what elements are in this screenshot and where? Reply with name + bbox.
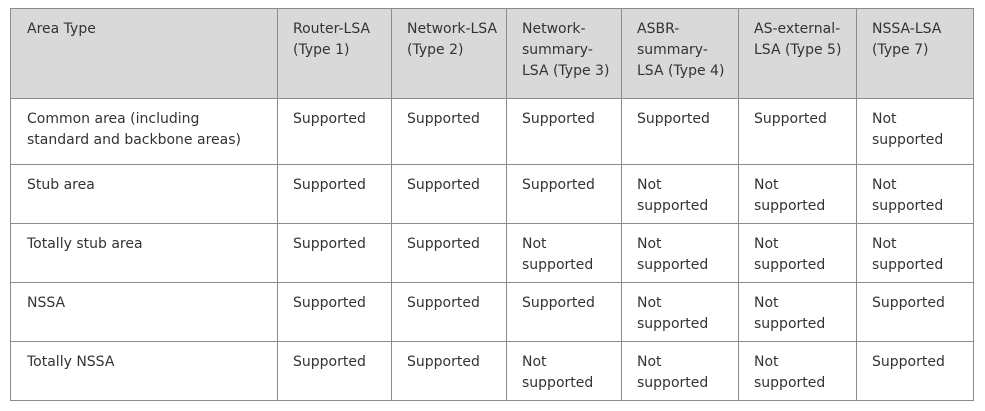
nssa-lsa-cell: Supported xyxy=(856,282,974,342)
network-summary-lsa-cell: Not supported xyxy=(506,341,622,401)
nssa-lsa-cell: Supported xyxy=(856,341,974,401)
as-external-lsa-cell: Not supported xyxy=(738,341,857,401)
as-external-lsa-cell: Not supported xyxy=(738,223,857,283)
nssa-lsa-cell: Not supported xyxy=(856,98,974,165)
asbr-summary-lsa-cell: Not supported xyxy=(621,223,739,283)
table-header-row: Area Type Router-LSA (Type 1) Network-LS… xyxy=(10,8,974,99)
router-lsa-cell: Supported xyxy=(277,282,392,342)
header-network-summary-lsa: Network-summary-LSA (Type 3) xyxy=(506,8,622,99)
router-lsa-cell: Supported xyxy=(277,98,392,165)
area-type-cell: Common area (including standard and back… xyxy=(10,98,278,165)
network-lsa-cell: Supported xyxy=(391,223,507,283)
area-type-cell: Totally stub area xyxy=(10,223,278,283)
header-area-type: Area Type xyxy=(10,8,278,99)
network-lsa-cell: Supported xyxy=(391,341,507,401)
lsa-support-table-container: Area Type Router-LSA (Type 1) Network-LS… xyxy=(10,8,974,401)
lsa-support-table: Area Type Router-LSA (Type 1) Network-LS… xyxy=(10,8,974,401)
network-lsa-cell: Supported xyxy=(391,282,507,342)
router-lsa-cell: Supported xyxy=(277,164,392,224)
header-asbr-summary-lsa: ASBR-summary-LSA (Type 4) xyxy=(621,8,739,99)
table-row: Totally stub area Supported Supported No… xyxy=(10,223,974,283)
area-type-cell: Stub area xyxy=(10,164,278,224)
router-lsa-cell: Supported xyxy=(277,223,392,283)
as-external-lsa-cell: Not supported xyxy=(738,282,857,342)
table-row: Common area (including standard and back… xyxy=(10,98,974,165)
router-lsa-cell: Supported xyxy=(277,341,392,401)
area-type-cell: Totally NSSA xyxy=(10,341,278,401)
asbr-summary-lsa-cell: Supported xyxy=(621,98,739,165)
area-type-cell: NSSA xyxy=(10,282,278,342)
table-row: Totally NSSA Supported Supported Not sup… xyxy=(10,341,974,401)
asbr-summary-lsa-cell: Not supported xyxy=(621,341,739,401)
as-external-lsa-cell: Not supported xyxy=(738,164,857,224)
nssa-lsa-cell: Not supported xyxy=(856,223,974,283)
header-router-lsa: Router-LSA (Type 1) xyxy=(277,8,392,99)
header-nssa-lsa: NSSA-LSA (Type 7) xyxy=(856,8,974,99)
network-summary-lsa-cell: Not supported xyxy=(506,223,622,283)
header-as-external-lsa: AS-external-LSA (Type 5) xyxy=(738,8,857,99)
asbr-summary-lsa-cell: Not supported xyxy=(621,282,739,342)
network-lsa-cell: Supported xyxy=(391,98,507,165)
network-summary-lsa-cell: Supported xyxy=(506,282,622,342)
network-lsa-cell: Supported xyxy=(391,164,507,224)
network-summary-lsa-cell: Supported xyxy=(506,98,622,165)
network-summary-lsa-cell: Supported xyxy=(506,164,622,224)
nssa-lsa-cell: Not supported xyxy=(856,164,974,224)
table-row: NSSA Supported Supported Supported Not s… xyxy=(10,282,974,342)
as-external-lsa-cell: Supported xyxy=(738,98,857,165)
header-network-lsa: Network-LSA (Type 2) xyxy=(391,8,507,99)
asbr-summary-lsa-cell: Not supported xyxy=(621,164,739,224)
table-row: Stub area Supported Supported Supported … xyxy=(10,164,974,224)
